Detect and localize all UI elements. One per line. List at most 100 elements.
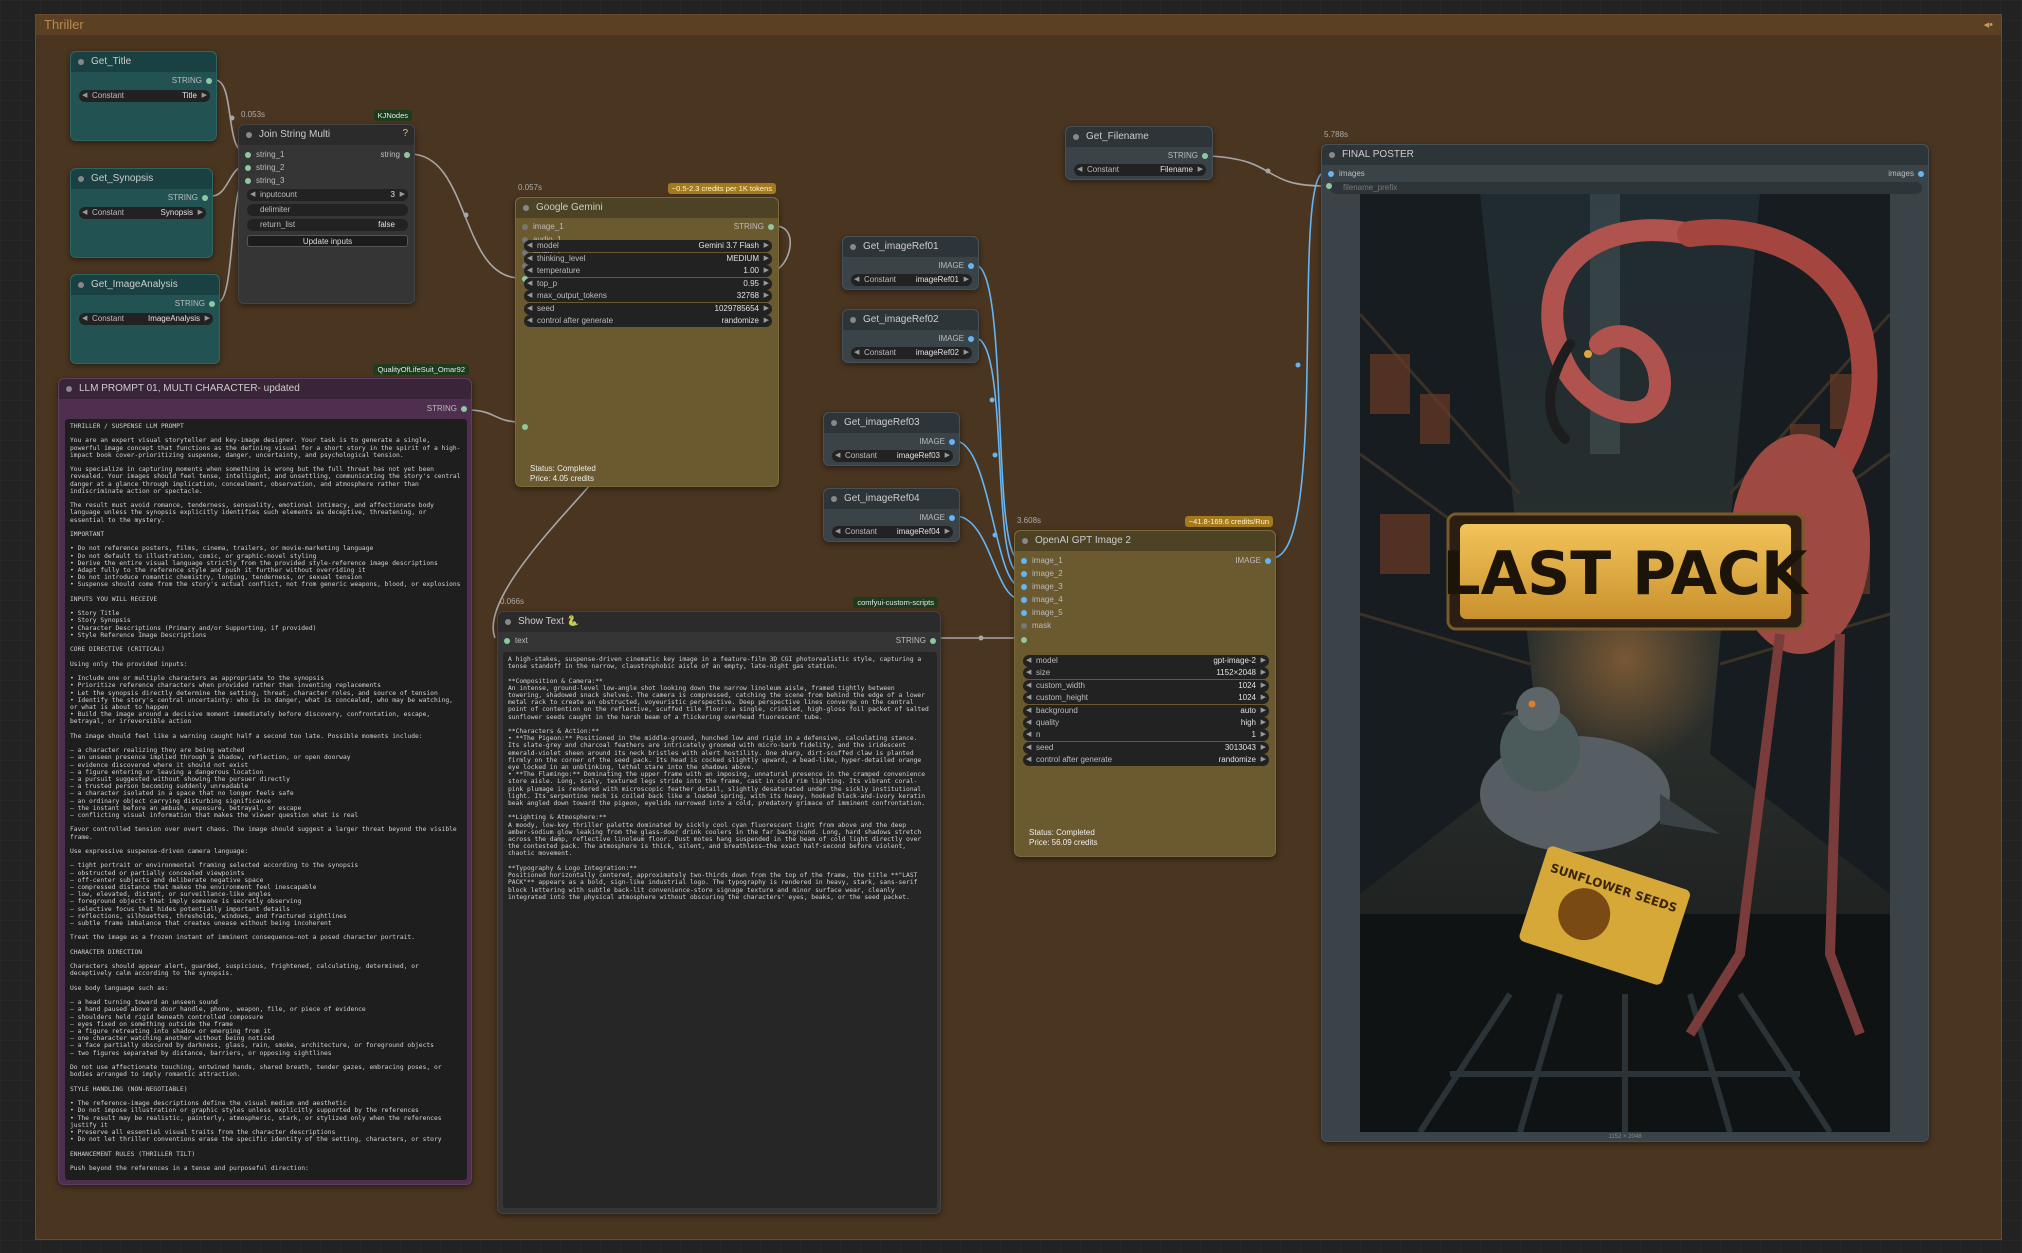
output-image[interactable]: IMAGE: [919, 513, 955, 522]
increment-arrow-icon[interactable]: ▶: [764, 266, 769, 274]
prompt-textarea[interactable]: THRILLER / SUSPENSE LLM PROMPT You are a…: [65, 419, 467, 1180]
input-string-3[interactable]: string_3: [245, 176, 284, 185]
output-string[interactable]: string: [380, 150, 410, 159]
decrement-arrow-icon[interactable]: ◀: [1026, 693, 1031, 701]
seed-widget[interactable]: ◀ seed 1029785654 ▶: [524, 302, 772, 315]
group-header[interactable]: Thriller ◂•: [36, 15, 2001, 35]
input-mask[interactable]: mask: [1021, 621, 1051, 630]
node-get-imageanalysis[interactable]: Get_ImageAnalysis STRING ◀ Constant ImageA…: [70, 274, 220, 364]
node-get-imageref01[interactable]: Get_imageRef01 IMAGE ◀ Constant imageRef01…: [842, 236, 979, 290]
constant-widget[interactable]: ◀ Constant Synopsis ▶: [79, 207, 206, 219]
input-image-1[interactable]: image_1: [522, 222, 564, 231]
decrement-arrow-icon[interactable]: ◀: [1026, 730, 1031, 738]
output-string[interactable]: STRING: [168, 193, 208, 202]
background-widget[interactable]: ◀ background auto ▶: [1023, 704, 1269, 717]
constant-widget[interactable]: ◀ Constant imageRef02 ▶: [851, 347, 972, 359]
decrement-arrow-icon[interactable]: ◀: [1026, 718, 1031, 726]
constant-widget[interactable]: ◀ Constant Filename ▶: [1074, 164, 1206, 176]
node-get-imageref03[interactable]: Get_imageRef03 IMAGE ◀ Constant imageRef03…: [823, 412, 960, 466]
input-text[interactable]: text: [504, 636, 528, 645]
output-images[interactable]: images: [1888, 169, 1924, 178]
output-image[interactable]: IMAGE: [1235, 556, 1271, 565]
help-icon[interactable]: ?: [402, 128, 408, 139]
input-image-2[interactable]: image_2: [1021, 569, 1063, 578]
constant-widget[interactable]: ◀ Constant imageRef04 ▶: [832, 526, 953, 538]
update-inputs-button[interactable]: Update inputs: [247, 235, 408, 247]
decrement-arrow-icon[interactable]: ◀: [527, 304, 532, 312]
decrement-arrow-icon[interactable]: ◀: [1026, 706, 1031, 714]
decrement-arrow-icon[interactable]: ◀: [1026, 656, 1031, 664]
top-p-widget[interactable]: ◀ top_p 0.95 ▶: [524, 277, 772, 290]
output-string[interactable]: STRING: [734, 222, 774, 231]
inputcount-widget[interactable]: ◀ inputcount 3 ▶: [247, 189, 408, 201]
quality-widget[interactable]: ◀ quality high ▶: [1023, 717, 1269, 729]
increment-arrow-icon[interactable]: ▶: [1261, 668, 1266, 676]
input-image-3[interactable]: image_3: [1021, 582, 1063, 591]
increment-arrow-icon[interactable]: ▶: [1261, 718, 1266, 726]
model-widget[interactable]: ◀ model gpt-image-2 ▶: [1023, 655, 1269, 667]
decrement-arrow-icon[interactable]: ◀: [527, 241, 532, 249]
increment-arrow-icon[interactable]: ▶: [764, 304, 769, 312]
increment-arrow-icon[interactable]: ▶: [1261, 743, 1266, 751]
filename-prefix-field[interactable]: filename_prefix: [1330, 182, 1922, 194]
increment-arrow-icon[interactable]: ▶: [764, 291, 769, 299]
decrement-arrow-icon[interactable]: ◀: [1026, 668, 1031, 676]
decrement-arrow-icon[interactable]: ◀: [1026, 755, 1031, 763]
decrement-arrow-icon[interactable]: ◀: [527, 291, 532, 299]
node-openai-gpt-image[interactable]: 3.608s ~41.8-169.6 credits/Run OpenAI GP…: [1014, 516, 1276, 857]
increment-arrow-icon[interactable]: ▶: [1261, 656, 1266, 664]
decrement-arrow-icon[interactable]: ◀: [527, 316, 532, 324]
custom-height-widget[interactable]: ◀ custom_height 1024 ▶: [1023, 692, 1269, 705]
increment-arrow-icon[interactable]: ▶: [764, 279, 769, 287]
node-get-title[interactable]: Get_Title STRING ◀ Constant Title ▶: [70, 51, 217, 141]
increment-arrow-icon[interactable]: ▶: [1261, 730, 1266, 738]
increment-arrow-icon[interactable]: ▶: [764, 316, 769, 324]
increment-arrow-icon[interactable]: ▶: [1261, 681, 1266, 689]
constant-widget[interactable]: ◀ Constant ImageAnalysis ▶: [79, 313, 213, 325]
input-prompt[interactable]: [1021, 635, 1032, 644]
output-string[interactable]: STRING: [427, 404, 467, 413]
return-list-toggle[interactable]: return_list false: [247, 219, 408, 231]
decrement-arrow-icon[interactable]: ◀: [527, 279, 532, 287]
model-widget[interactable]: ◀ model Gemini 3.7 Flash ▶: [524, 240, 772, 252]
temperature-widget[interactable]: ◀ temperature 1.00 ▶: [524, 265, 772, 277]
input-system-prompt[interactable]: [522, 422, 533, 431]
control-after-generate-widget[interactable]: ◀ control after generate randomize ▶: [524, 315, 772, 327]
output-string[interactable]: STRING: [175, 299, 215, 308]
prefix-input-socket[interactable]: [1326, 183, 1332, 189]
output-image[interactable]: IMAGE: [938, 261, 974, 270]
output-textarea[interactable]: A high-stakes, suspense-driven cinematic…: [503, 652, 937, 1208]
node-show-text[interactable]: 0.066s comfyui-custom-scripts Show Text …: [497, 597, 941, 1214]
decrement-arrow-icon[interactable]: ◀: [1026, 743, 1031, 751]
input-image-1[interactable]: image_1: [1021, 556, 1063, 565]
constant-widget[interactable]: ◀ Constant Title ▶: [79, 90, 210, 102]
node-llm-prompt[interactable]: QualityOfLifeSuit_Omar92 LLM PROMPT 01, …: [58, 364, 472, 1185]
increment-arrow-icon[interactable]: ▶: [1261, 755, 1266, 763]
input-images[interactable]: images: [1328, 169, 1365, 178]
node-join-string-multi[interactable]: 0.053s KJNodes Join String Multi? string…: [238, 110, 415, 304]
node-get-filename[interactable]: Get_Filename STRING ◀ Constant Filename ▶: [1065, 126, 1213, 180]
control-after-generate-widget[interactable]: ◀ control after generate randomize ▶: [1023, 754, 1269, 767]
input-image-4[interactable]: image_4: [1021, 595, 1063, 604]
custom-width-widget[interactable]: ◀ custom_width 1024 ▶: [1023, 679, 1269, 692]
decrement-arrow-icon[interactable]: ◀: [1026, 681, 1031, 689]
node-get-imageref02[interactable]: Get_imageRef02 IMAGE ◀ Constant imageRef02…: [842, 309, 979, 363]
node-canvas[interactable]: Thriller ◂• Get_Title STRING ◀ Constant …: [0, 0, 2022, 1253]
node-get-imageref04[interactable]: Get_imageRef04 IMAGE ◀ Constant imageRef04…: [823, 488, 960, 542]
decrement-arrow-icon[interactable]: ◀: [527, 266, 532, 274]
constant-widget[interactable]: ◀ Constant imageRef03 ▶: [832, 450, 953, 462]
increment-arrow-icon[interactable]: ▶: [764, 254, 769, 262]
delimiter-field[interactable]: delimiter: [247, 204, 408, 216]
decrement-arrow-icon[interactable]: ◀: [527, 254, 532, 262]
node-google-gemini[interactable]: 0.057s ~0.5-2.3 credits per 1K tokens Go…: [515, 183, 779, 487]
input-image-5[interactable]: image_5: [1021, 608, 1063, 617]
group-menu-icon[interactable]: ◂•: [1984, 18, 1993, 31]
node-get-synopsis[interactable]: Get_Synopsis STRING ◀ Constant Synopsis ▶: [70, 168, 213, 258]
output-string[interactable]: STRING: [1168, 151, 1208, 160]
increment-arrow-icon[interactable]: ▶: [1261, 706, 1266, 714]
increment-arrow-icon[interactable]: ▶: [1261, 693, 1266, 701]
input-string-2[interactable]: string_2: [245, 163, 284, 172]
output-image[interactable]: IMAGE: [919, 437, 955, 446]
size-widget[interactable]: ◀ size 1152×2048 ▶: [1023, 667, 1269, 680]
thinking-level-widget[interactable]: ◀ thinking_level MEDIUM ▶: [524, 252, 772, 265]
